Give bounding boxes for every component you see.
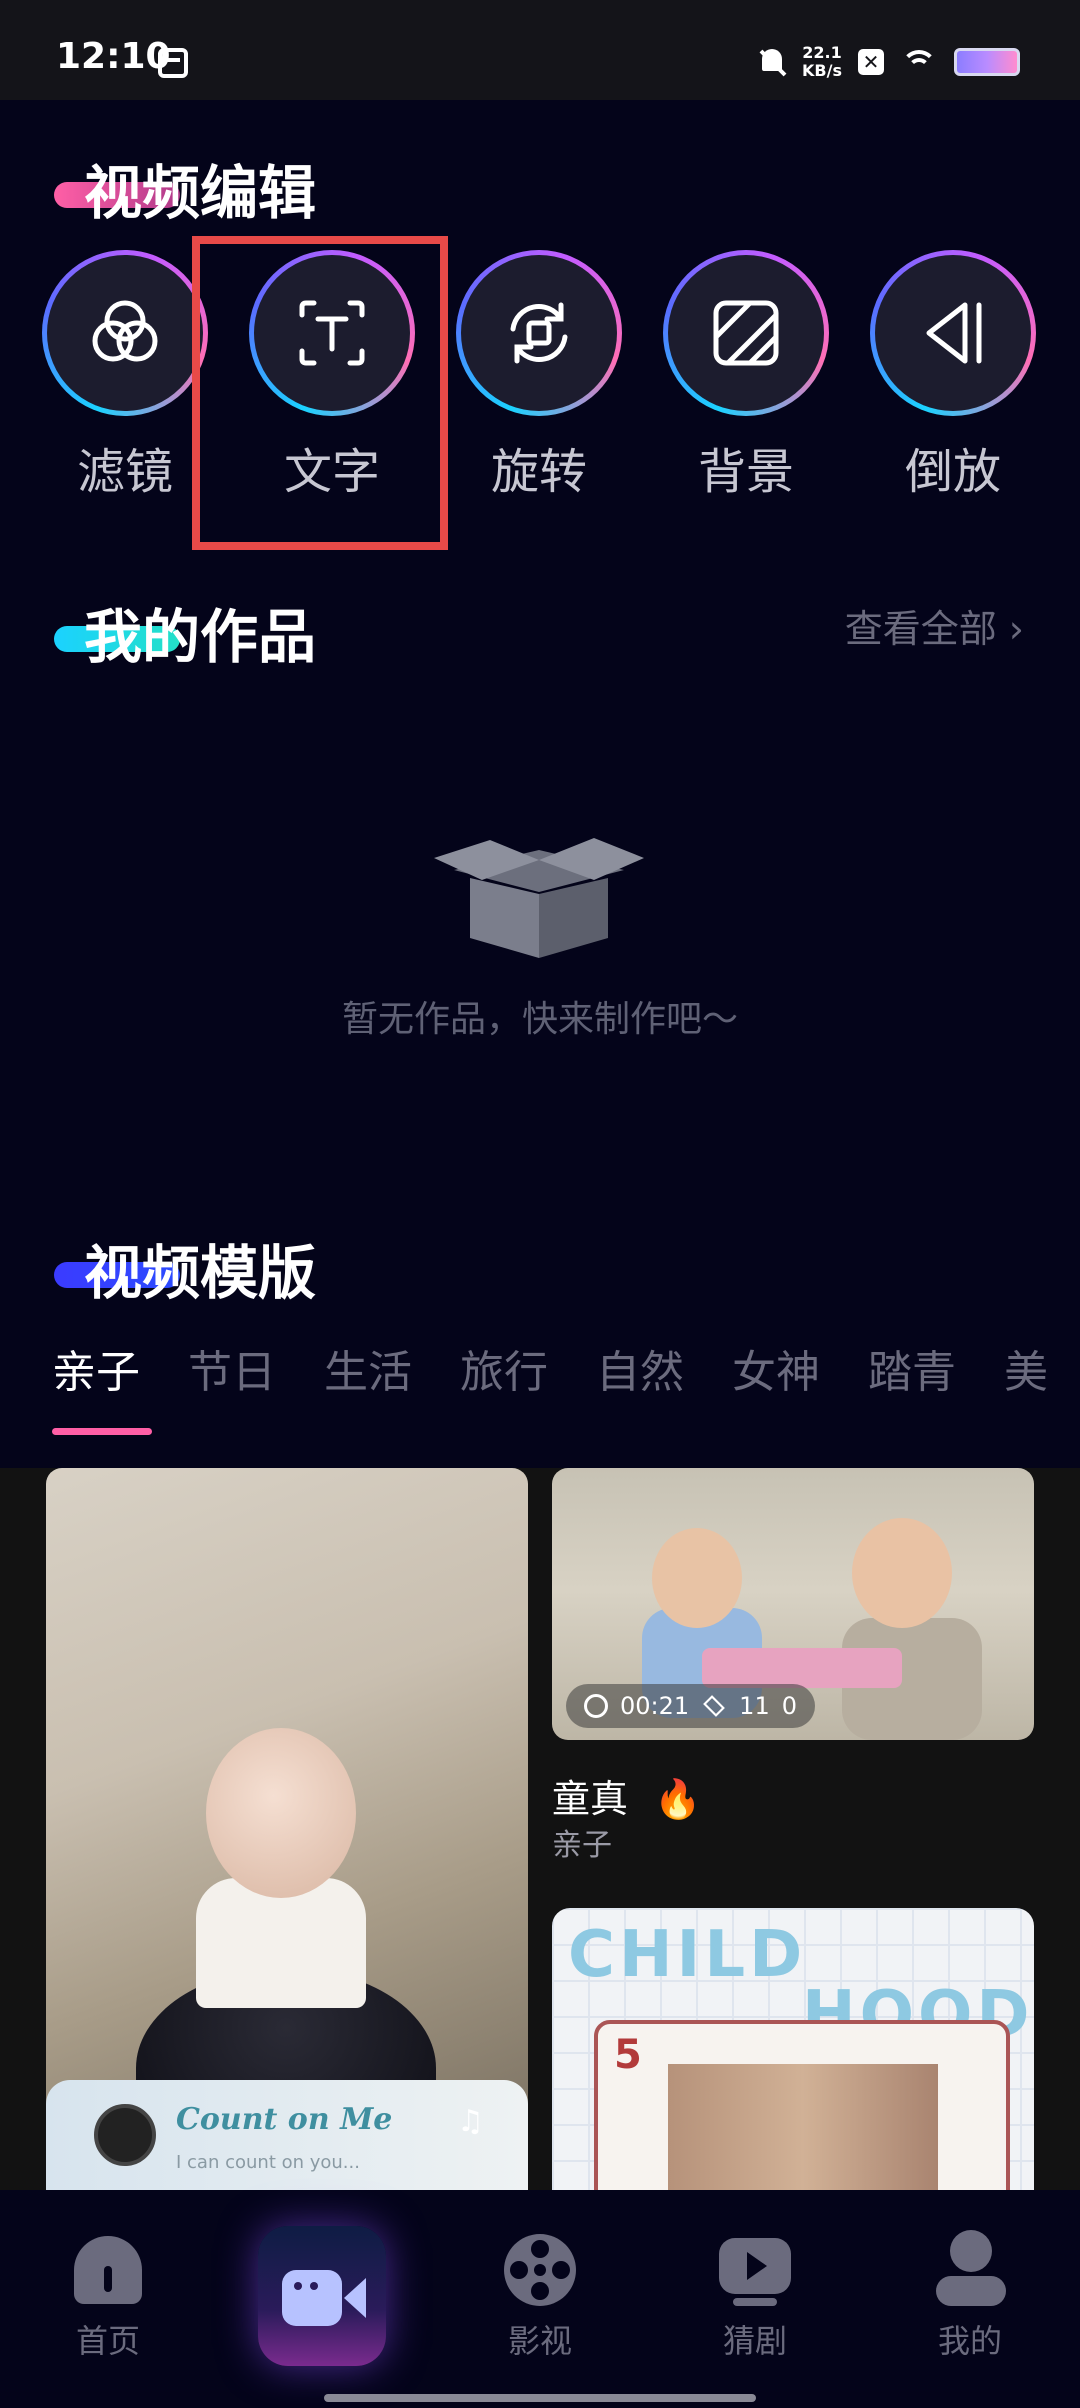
- tool-reverse[interactable]: 倒放: [870, 250, 1036, 502]
- template-title[interactable]: 童真 🔥: [552, 1768, 701, 1823]
- tab-travel[interactable]: 旅行: [460, 1336, 548, 1406]
- highlight-box: [192, 236, 448, 550]
- bottom-nav: 首页 影视 猜剧 我的: [0, 2190, 1080, 2408]
- templates-title: 视频模版: [84, 1239, 317, 1307]
- template-meta: 00:21 11 0: [566, 1684, 815, 1728]
- fire-icon: 🔥: [654, 1777, 702, 1821]
- nav-label: 我的: [937, 2322, 1002, 2360]
- empty-state-text: 暂无作品，快来制作吧～: [341, 999, 738, 1040]
- nav-label: 猜剧: [722, 2322, 787, 2360]
- filter-icon: [92, 300, 158, 362]
- my-works-title: 我的作品: [84, 603, 317, 671]
- calendar-notification-icon: [158, 48, 188, 78]
- tab-life[interactable]: 生活: [324, 1336, 412, 1406]
- tab-festival[interactable]: 节日: [188, 1336, 276, 1406]
- tool-label: 旋转: [490, 444, 587, 500]
- tab-beauty[interactable]: 美: [1004, 1336, 1048, 1406]
- wifi-icon: [900, 48, 938, 76]
- tool-label: 背景: [697, 444, 794, 500]
- clock-icon: [584, 1694, 608, 1718]
- nav-home[interactable]: 首页: [38, 2230, 178, 2362]
- background-icon: [713, 300, 779, 366]
- template-card-baby[interactable]: Count on Me I can count on you... ♫: [46, 1468, 528, 2190]
- tool-label: 滤镜: [76, 444, 173, 500]
- music-title: Count on Me: [176, 2102, 393, 2137]
- music-card: Count on Me I can count on you... ♫: [46, 2080, 528, 2190]
- music-note-icon: ♫: [457, 2104, 484, 2139]
- profile-icon: [930, 2230, 1010, 2310]
- layers-icon: [703, 1695, 726, 1717]
- playing-card-frame: 5: [594, 2020, 1010, 2190]
- blurred-photo: [668, 2064, 938, 2190]
- home-icon: [68, 2230, 148, 2310]
- vinyl-disc-icon: [94, 2104, 156, 2166]
- tab-outing[interactable]: 踏青: [868, 1336, 956, 1406]
- play-icon: [715, 2230, 795, 2310]
- tab-parent-child[interactable]: 亲子: [52, 1336, 140, 1406]
- video-camera-lens: [344, 2278, 366, 2318]
- nav-me[interactable]: 我的: [900, 2230, 1040, 2362]
- template-category: 亲子: [552, 1828, 612, 1863]
- tool-filter[interactable]: 滤镜: [42, 250, 208, 502]
- network-speed-value: 22.1: [802, 43, 842, 62]
- bell-muted-icon: [758, 47, 786, 77]
- tool-background[interactable]: 背景: [663, 250, 829, 502]
- nav-guess-drama[interactable]: 猜剧: [685, 2230, 825, 2362]
- rotate-icon: [510, 302, 568, 364]
- empty-box-icon: [434, 838, 644, 958]
- active-tab-indicator: [52, 1428, 152, 1435]
- childhood-art-text-1: CHILD: [568, 1918, 807, 1992]
- status-time: 12:10: [56, 36, 171, 77]
- tool-rotate[interactable]: 旋转: [456, 250, 622, 502]
- status-right: 22.1 KB/s ✕: [758, 40, 1020, 84]
- nav-movies[interactable]: 影视: [470, 2230, 610, 2362]
- template-count: 0: [781, 1692, 797, 1720]
- music-subtitle: I can count on you...: [176, 2152, 360, 2173]
- template-layers: 11: [739, 1692, 770, 1720]
- kids-image-part: [852, 1518, 952, 1628]
- template-title-text: 童真: [552, 1777, 629, 1821]
- status-bar: 12:10 22.1 KB/s ✕: [0, 0, 1080, 100]
- kids-image-part: [652, 1528, 742, 1628]
- close-box-icon: ✕: [858, 49, 884, 75]
- create-video-button[interactable]: [258, 2226, 386, 2366]
- network-speed: 22.1 KB/s: [802, 44, 842, 80]
- network-speed-unit: KB/s: [802, 61, 842, 80]
- reverse-icon: [926, 302, 982, 364]
- template-tabs: 亲子 节日 生活 旅行 自然 女神 踏青 美: [52, 1336, 1080, 1406]
- film-reel-icon: [500, 2230, 580, 2310]
- tab-nature[interactable]: 自然: [596, 1336, 684, 1406]
- template-card-kids[interactable]: 00:21 11 0: [552, 1468, 1034, 1740]
- battery-icon: [954, 48, 1020, 76]
- tab-goddess[interactable]: 女神: [732, 1336, 820, 1406]
- template-feed: Count on Me I can count on you... ♫ 00:2…: [0, 1468, 1080, 2190]
- see-all-link[interactable]: 查看全部 ›: [845, 598, 1024, 653]
- nav-label: 影视: [507, 2322, 572, 2360]
- video-camera-icon: [282, 2270, 342, 2326]
- playing-card-number: 5: [614, 2032, 642, 2078]
- kids-image-part: [702, 1648, 902, 1688]
- template-card-childhood[interactable]: CHILD HOOD 5: [552, 1908, 1034, 2190]
- template-duration: 00:21: [620, 1692, 690, 1720]
- home-indicator[interactable]: [324, 2394, 756, 2402]
- baby-image-head: [206, 1728, 356, 1898]
- tool-label: 倒放: [904, 444, 1001, 500]
- video-edit-title: 视频编辑: [84, 159, 317, 227]
- nav-label: 首页: [75, 2322, 140, 2360]
